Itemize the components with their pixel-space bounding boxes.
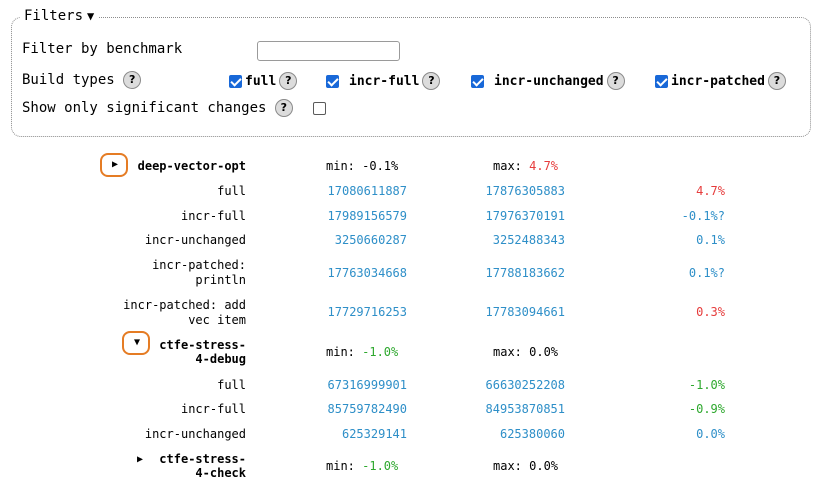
min-stat: min: -1.0% xyxy=(326,345,398,359)
filter-by-benchmark-label: Filter by benchmark xyxy=(22,41,183,57)
value-a: 67316999901 xyxy=(327,378,407,392)
table-row-label: incr-patched: add xyxy=(123,298,246,312)
table-row-label: println xyxy=(195,273,246,287)
value-diff: 0.3% xyxy=(696,305,725,319)
help-icon[interactable]: ? xyxy=(422,72,441,90)
triangle-down-icon: ▼ xyxy=(87,9,95,23)
build-types-label: Build types xyxy=(22,72,115,88)
significant-row: Show only significant changes ? xyxy=(22,99,327,117)
build-type-label: incr-patched xyxy=(671,73,765,89)
value-diff: 0.0% xyxy=(696,427,725,441)
build-type-full: full? xyxy=(229,72,298,90)
value-b: 17788183662 xyxy=(485,266,565,280)
build-type-incr-patched: incr-patched? xyxy=(655,72,786,90)
max-stat: max: 4.7% xyxy=(493,159,558,173)
table-row-label: full xyxy=(217,378,246,392)
benchmark-name[interactable]: 4-check xyxy=(0,466,246,480)
build-type-label: incr-unchanged xyxy=(494,73,604,89)
build-type-incr-unchanged: incr-unchanged? xyxy=(471,72,625,90)
value-a: 625329141 xyxy=(341,427,407,441)
significant-checkbox[interactable] xyxy=(313,101,327,115)
help-icon[interactable]: ? xyxy=(123,71,142,89)
help-icon[interactable]: ? xyxy=(606,72,625,90)
value-b: 17783094661 xyxy=(485,305,565,319)
help-icon[interactable]: ? xyxy=(767,72,786,90)
table-row-label: full xyxy=(217,184,246,198)
value-b: 84953870851 xyxy=(485,402,565,416)
table-row-label: incr-unchanged xyxy=(144,427,246,441)
benchmark-name[interactable]: ctfe-stress- xyxy=(0,452,246,466)
help-icon[interactable]: ? xyxy=(279,72,298,90)
benchmark-name[interactable]: 4-debug xyxy=(0,352,246,366)
benchmark-name[interactable]: ctfe-stress- xyxy=(0,338,246,352)
value-b: 3252488343 xyxy=(492,233,565,247)
value-a: 17989156579 xyxy=(327,209,407,223)
value-diff: 0.1%? xyxy=(688,266,725,280)
value-a: 17080611887 xyxy=(327,184,407,198)
min-prefix: min: xyxy=(326,459,363,473)
value-diff: -0.1%? xyxy=(681,209,725,223)
value-a: 17729716253 xyxy=(327,305,407,319)
checkbox-incr-full[interactable] xyxy=(326,74,339,88)
filters-panel: Filters ▼ Filter by benchmark Build types… xyxy=(11,8,811,137)
min-stat: min: -0.1% xyxy=(326,159,399,173)
max-prefix: max: xyxy=(493,159,530,173)
value-diff: 0.1% xyxy=(696,233,725,247)
build-type-incr-full: incr-full? xyxy=(326,72,441,90)
min-prefix: min: xyxy=(326,345,363,359)
benchmark-filter-input[interactable] xyxy=(257,41,400,61)
value-b: 66630252208 xyxy=(485,378,565,392)
min-stat: min: -1.0% xyxy=(326,459,398,473)
table-row-label: incr-unchanged xyxy=(144,233,246,247)
filters-legend[interactable]: Filters ▼ xyxy=(20,8,99,24)
build-type-label: full xyxy=(245,73,277,89)
benchmark-name[interactable]: deep-vector-opt xyxy=(0,159,246,173)
value-a: 3250660287 xyxy=(334,233,407,247)
min-value: -1.0% xyxy=(362,459,399,473)
filters-title: Filters xyxy=(24,8,84,24)
value-diff: -0.9% xyxy=(688,402,725,416)
help-icon[interactable]: ? xyxy=(274,99,293,117)
build-type-label: incr-full xyxy=(349,73,420,89)
value-diff: -1.0% xyxy=(688,378,725,392)
value-a: 17763034668 xyxy=(327,266,407,280)
significant-label: Show only significant changes xyxy=(22,100,267,116)
min-value: -1.0% xyxy=(362,345,399,359)
value-b: 17976370191 xyxy=(485,209,565,223)
table-row-label: incr-full xyxy=(180,209,246,223)
value-a: 85759782490 xyxy=(327,402,407,416)
table-row-label: incr-full xyxy=(180,402,246,416)
table-row-label: vec item xyxy=(188,313,246,327)
value-b: 17876305883 xyxy=(485,184,565,198)
value-b: 625380060 xyxy=(499,427,565,441)
max-stat: max: 0.0% xyxy=(493,459,559,473)
build-types-row: Build types ? xyxy=(22,71,142,89)
table-row-label: incr-patched: xyxy=(152,258,246,272)
value-diff: 4.7% xyxy=(696,184,725,198)
checkbox-full[interactable] xyxy=(229,74,242,88)
max-value: 4.7% xyxy=(529,159,559,173)
max-stat: max: 0.0% xyxy=(493,345,559,359)
checkbox-incr-unchanged[interactable] xyxy=(471,74,484,88)
checkbox-incr-patched[interactable] xyxy=(655,74,668,88)
